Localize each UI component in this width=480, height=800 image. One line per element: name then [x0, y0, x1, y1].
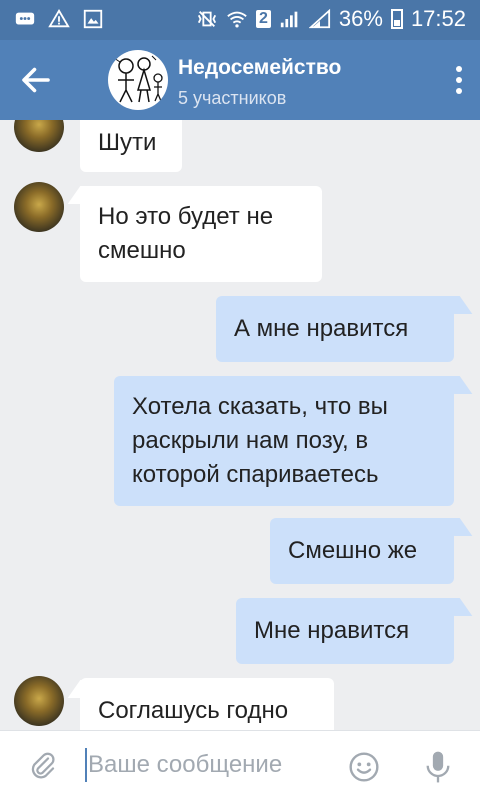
message-composer	[0, 730, 480, 800]
sender-avatar[interactable]	[14, 182, 64, 232]
text-cursor	[85, 748, 87, 782]
status-bar: 2 36% 17:52	[0, 0, 480, 40]
message-bubble-outgoing[interactable]: Хотела сказать, что вы раскрыли нам позу…	[114, 376, 454, 506]
battery-percent: 36%	[338, 6, 383, 31]
group-avatar[interactable]	[108, 50, 168, 110]
message-bubble-outgoing[interactable]: Смешно же	[270, 518, 454, 584]
message-bubble-incoming[interactable]: Шути	[80, 120, 182, 172]
message-text: Смешно же	[288, 537, 418, 564]
sim-2-badge: 2	[255, 10, 271, 28]
message-text-line: смешно	[98, 237, 186, 264]
message-list[interactable]: Шути Но это будет не смешно А мне нравит…	[0, 120, 480, 730]
microphone-icon[interactable]	[424, 749, 452, 785]
message-text: Шути	[98, 129, 157, 156]
warning-icon	[48, 8, 70, 28]
back-arrow-icon[interactable]	[18, 62, 54, 98]
message-bubble-outgoing[interactable]: А мне нравится	[216, 296, 454, 362]
message-text: Мне нравится	[254, 617, 410, 644]
message-text-line: Но это будет не	[98, 203, 274, 230]
sender-avatar[interactable]	[14, 120, 64, 152]
message-text: Соглашусь годно	[98, 697, 289, 724]
message-bubble-incoming[interactable]: Соглашусь годно	[80, 678, 334, 730]
clock: 17:52	[410, 6, 466, 31]
overflow-menu-icon[interactable]	[454, 64, 464, 96]
vibrate-mute-icon	[197, 11, 217, 27]
doodle-family-drawing	[113, 55, 163, 103]
battery-icon	[390, 9, 403, 29]
message-text: А мне нравится	[234, 315, 409, 342]
sender-avatar[interactable]	[14, 676, 64, 726]
wifi-icon	[227, 11, 247, 28]
message-bubble-incoming[interactable]: Но это будет не смешно	[80, 186, 322, 282]
message-text-line: раскрыли нам позу, в	[132, 427, 369, 454]
chat-title[interactable]: Недосемейство	[178, 56, 341, 80]
message-bubble-outgoing[interactable]: Мне нравится	[236, 598, 454, 664]
message-text-line: которой спариваетесь	[132, 461, 379, 488]
emoji-smile-icon[interactable]	[348, 751, 380, 783]
message-input[interactable]	[88, 747, 338, 783]
image-notification-icon	[83, 9, 103, 29]
signal-2-icon	[308, 8, 330, 29]
participants-count[interactable]: 5 участников	[178, 88, 286, 109]
chat-notification-icon	[15, 12, 35, 25]
attach-paperclip-icon[interactable]	[28, 751, 58, 781]
chat-header: Недосемейство 5 участников	[0, 40, 480, 120]
message-text-line: Хотела сказать, что вы	[132, 393, 388, 420]
signal-icon	[280, 11, 298, 28]
